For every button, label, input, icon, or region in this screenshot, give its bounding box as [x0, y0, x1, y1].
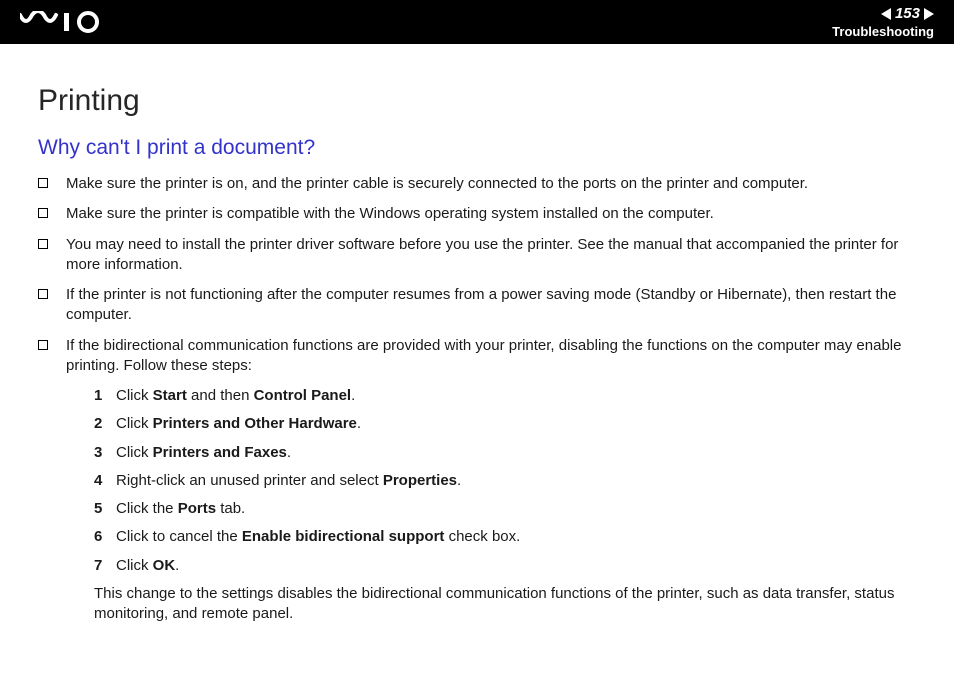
list-item: If the bidirectional communication funct… [38, 336, 919, 625]
page-content: Printing Why can't I print a document? M… [0, 44, 954, 674]
list-item: Make sure the printer is on, and the pri… [38, 174, 919, 194]
step-number: 5 [94, 499, 116, 519]
step-text: Click Printers and Faxes. [116, 443, 919, 463]
step-text: Click Printers and Other Hardware. [116, 414, 919, 434]
step-text: Click OK. [116, 556, 919, 576]
step-text: Click Start and then Control Panel. [116, 386, 919, 406]
list-item: If the printer is not functioning after … [38, 285, 919, 326]
page-header: 153 Troubleshooting [0, 0, 954, 44]
step-item: 5Click the Ports tab. [94, 499, 919, 519]
header-right: 153 Troubleshooting [832, 5, 934, 39]
step-number: 4 [94, 471, 116, 491]
prev-page-arrow-icon[interactable] [881, 8, 891, 20]
square-bullet-icon [38, 289, 48, 299]
section-name: Troubleshooting [832, 24, 934, 39]
page-number: 153 [895, 5, 920, 22]
bullet-text: Make sure the printer is on, and the pri… [66, 174, 919, 194]
page-title: Printing [38, 84, 919, 118]
square-bullet-icon [38, 340, 48, 350]
step-number: 3 [94, 443, 116, 463]
bullet-text: If the printer is not functioning after … [66, 285, 919, 326]
step-text: Right-click an unused printer and select… [116, 471, 919, 491]
step-item: 4Right-click an unused printer and selec… [94, 471, 919, 491]
square-bullet-icon [38, 239, 48, 249]
bullet-text: You may need to install the printer driv… [66, 235, 919, 276]
next-page-arrow-icon[interactable] [924, 8, 934, 20]
steps-list: 1Click Start and then Control Panel.2Cli… [66, 386, 919, 576]
step-number: 6 [94, 527, 116, 547]
step-item: 1Click Start and then Control Panel. [94, 386, 919, 406]
vaio-logo [20, 11, 110, 33]
step-item: 6Click to cancel the Enable bidirectiona… [94, 527, 919, 547]
page-subtitle: Why can't I print a document? [38, 136, 919, 160]
bullet-intro: If the bidirectional communication funct… [66, 337, 901, 374]
step-item: 2Click Printers and Other Hardware. [94, 414, 919, 434]
step-item: 7Click OK. [94, 556, 919, 576]
after-steps-text: This change to the settings disables the… [66, 584, 919, 625]
list-item: Make sure the printer is compatible with… [38, 204, 919, 224]
step-item: 3Click Printers and Faxes. [94, 443, 919, 463]
step-text: Click to cancel the Enable bidirectional… [116, 527, 919, 547]
bullet-text: If the bidirectional communication funct… [66, 336, 919, 625]
square-bullet-icon [38, 178, 48, 188]
step-number: 1 [94, 386, 116, 406]
bullet-list: Make sure the printer is on, and the pri… [38, 174, 919, 624]
step-text: Click the Ports tab. [116, 499, 919, 519]
step-number: 7 [94, 556, 116, 576]
step-number: 2 [94, 414, 116, 434]
square-bullet-icon [38, 208, 48, 218]
page-nav: 153 [881, 5, 934, 22]
list-item: You may need to install the printer driv… [38, 235, 919, 276]
bullet-text: Make sure the printer is compatible with… [66, 204, 919, 224]
